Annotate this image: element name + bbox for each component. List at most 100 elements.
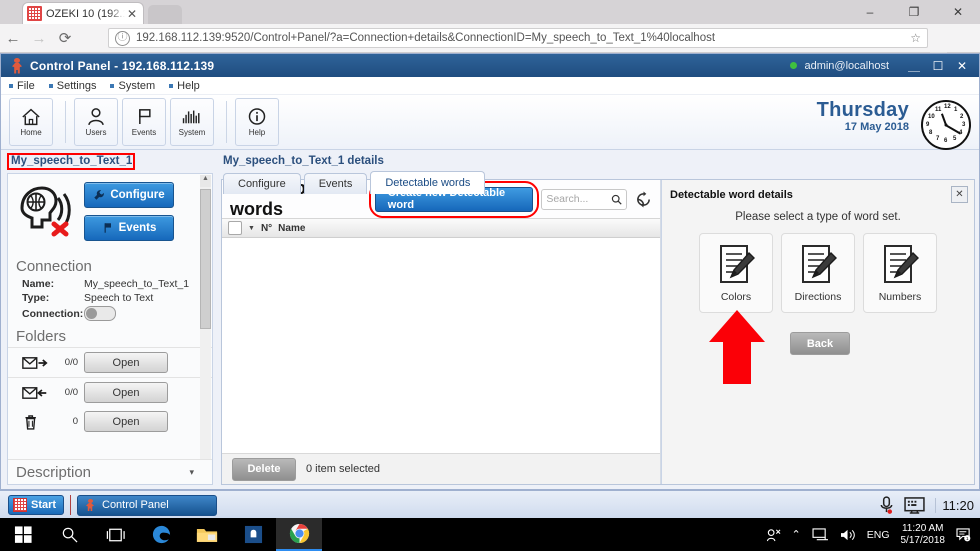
chrome-button[interactable] bbox=[276, 518, 322, 551]
menu-system[interactable]: System bbox=[110, 80, 155, 92]
browser-tab[interactable]: OZEKI 10 (192.168.219.1 ✕ bbox=[22, 2, 144, 24]
address-bar[interactable]: ⓘ 192.168.112.139:9520/Control+Panel/?a=… bbox=[108, 28, 928, 48]
ribbon-users-button[interactable]: Users bbox=[74, 98, 118, 146]
ozeki-start-button[interactable]: Start bbox=[8, 495, 64, 515]
ribbon-events-button[interactable]: Events bbox=[122, 98, 166, 146]
minimize-icon[interactable]: – bbox=[848, 0, 892, 24]
taskbar-clock[interactable]: 11:20 AM 5/17/2018 bbox=[901, 523, 946, 547]
chevron-down-icon[interactable]: ▾ bbox=[189, 467, 194, 478]
file-explorer-button[interactable] bbox=[184, 518, 230, 551]
app-body: My_speech_to_Text_1 ▲ ▼ bbox=[1, 149, 979, 489]
ribbon-divider bbox=[226, 101, 227, 143]
wrench-icon bbox=[94, 190, 105, 200]
network-icon[interactable] bbox=[812, 527, 829, 542]
start-button[interactable] bbox=[0, 518, 46, 551]
bookmark-star-icon[interactable]: ☆ bbox=[910, 31, 921, 45]
word-set-card-directions[interactable]: Directions bbox=[781, 233, 855, 313]
word-set-card-colors[interactable]: Colors bbox=[699, 233, 773, 313]
forward-icon[interactable]: → bbox=[26, 30, 52, 47]
connection-toggle-row: Connection: bbox=[8, 305, 212, 322]
clock-num-10: 10 bbox=[928, 114, 935, 120]
people-icon[interactable] bbox=[766, 528, 781, 542]
menu-file[interactable]: File bbox=[9, 80, 35, 92]
folder-outbox-open-button[interactable]: Open bbox=[84, 352, 168, 373]
flag-icon bbox=[104, 223, 111, 233]
description-section[interactable]: Description ▾ bbox=[8, 459, 212, 484]
address-bar-url: 192.168.112.139:9520/Control+Panel/?a=Co… bbox=[136, 32, 716, 44]
notification-icon[interactable]: 1 bbox=[956, 527, 972, 542]
monitor-icon[interactable] bbox=[904, 496, 926, 514]
connection-toggle[interactable] bbox=[84, 306, 116, 321]
task-view-button[interactable] bbox=[92, 518, 138, 551]
selection-status: 0 item selected bbox=[306, 463, 380, 475]
app-close-icon[interactable]: ✕ bbox=[951, 56, 973, 76]
ozeki-grid-icon bbox=[27, 6, 42, 21]
page-info-icon[interactable]: ⓘ bbox=[115, 30, 130, 46]
language-indicator[interactable]: ENG bbox=[867, 529, 890, 541]
windows-logo-icon bbox=[14, 526, 32, 543]
notification-count: 1 bbox=[966, 536, 969, 541]
ozeki-grid-icon bbox=[13, 498, 27, 512]
folder-inbox-count: 0/0 bbox=[64, 387, 78, 398]
close-icon[interactable]: ✕ bbox=[125, 7, 139, 21]
tab-events[interactable]: Events bbox=[303, 173, 368, 194]
store-icon bbox=[244, 525, 262, 544]
app-maximize-icon[interactable]: ☐ bbox=[927, 56, 949, 76]
ribbon-home-button[interactable]: Home bbox=[9, 98, 53, 146]
ozeki-taskbar: Start Control Panel 11:20 bbox=[0, 490, 980, 519]
taskbar-time: 11:20 AM bbox=[901, 522, 944, 534]
column-header-name[interactable]: Name bbox=[278, 223, 305, 234]
ozeki-tray: 11:20 bbox=[879, 495, 980, 515]
taskbar-item-control-panel[interactable]: Control Panel bbox=[77, 494, 217, 516]
clock-num-5: 5 bbox=[953, 136, 957, 142]
current-day: Thursday bbox=[816, 99, 909, 121]
connection-toggle-label: Connection: bbox=[22, 307, 84, 320]
new-tab-button[interactable] bbox=[148, 5, 182, 24]
menu-settings[interactable]: Settings bbox=[49, 80, 97, 92]
header-highlight-annotation bbox=[7, 153, 135, 170]
taskbar-item-label: Control Panel bbox=[102, 499, 169, 511]
store-button[interactable] bbox=[230, 518, 276, 551]
close-icon[interactable]: ✕ bbox=[936, 0, 980, 24]
events-button[interactable]: Events bbox=[84, 215, 174, 241]
ribbon-help-button[interactable]: Help bbox=[235, 98, 279, 146]
tab-configure[interactable]: Configure bbox=[223, 173, 301, 194]
select-all-checkbox[interactable] bbox=[228, 221, 242, 235]
microphone-icon[interactable] bbox=[879, 495, 894, 515]
delete-button[interactable]: Delete bbox=[232, 457, 296, 481]
taskbar-date: 5/17/2018 bbox=[900, 534, 946, 546]
ribbon-system-label: System bbox=[178, 128, 206, 137]
info-icon bbox=[248, 108, 266, 125]
folder-inbox-open-button[interactable]: Open bbox=[84, 382, 168, 403]
chevron-down-icon[interactable]: ▼ bbox=[248, 225, 255, 232]
back-icon[interactable]: ← bbox=[0, 30, 26, 47]
edge-button[interactable] bbox=[138, 518, 184, 551]
word-set-card-numbers[interactable]: Numbers bbox=[863, 233, 937, 313]
folder-outbox-count: 0/0 bbox=[64, 357, 78, 368]
menu-help[interactable]: Help bbox=[169, 80, 200, 92]
configure-button[interactable]: Configure bbox=[84, 182, 174, 208]
scrollbar-thumb[interactable] bbox=[200, 189, 211, 329]
magnifier-icon bbox=[611, 194, 622, 205]
scroll-up-icon[interactable]: ▲ bbox=[200, 175, 211, 187]
ozeki-robot-icon bbox=[84, 499, 96, 511]
back-button[interactable]: Back bbox=[790, 332, 850, 355]
word-details-panel: Detectable word details ✕ Please select … bbox=[661, 180, 974, 484]
maximize-icon[interactable]: ❐ bbox=[892, 0, 936, 24]
sidebar-scrollbar[interactable]: ▲ ▼ bbox=[200, 175, 211, 483]
folder-trash-open-button[interactable]: Open bbox=[84, 411, 168, 432]
reload-icon[interactable]: ⟳ bbox=[52, 29, 78, 47]
ribbon-help-label: Help bbox=[248, 128, 266, 137]
clock-num-6: 6 bbox=[944, 138, 948, 144]
app-minimize-icon[interactable]: ＿ bbox=[903, 56, 925, 76]
magnifier-icon bbox=[62, 527, 77, 543]
tab-detectable-words[interactable]: Detectable words bbox=[370, 171, 486, 194]
speech-to-text-icon bbox=[16, 182, 80, 238]
column-header-number[interactable]: N° bbox=[261, 223, 272, 234]
search-button[interactable] bbox=[46, 518, 92, 551]
ribbon-system-button[interactable]: System bbox=[170, 98, 214, 146]
chevron-up-icon[interactable]: ⌃ bbox=[792, 528, 801, 541]
clock-num-12: 12 bbox=[944, 104, 951, 110]
taskbar-divider bbox=[70, 495, 71, 515]
volume-icon[interactable] bbox=[840, 528, 856, 542]
